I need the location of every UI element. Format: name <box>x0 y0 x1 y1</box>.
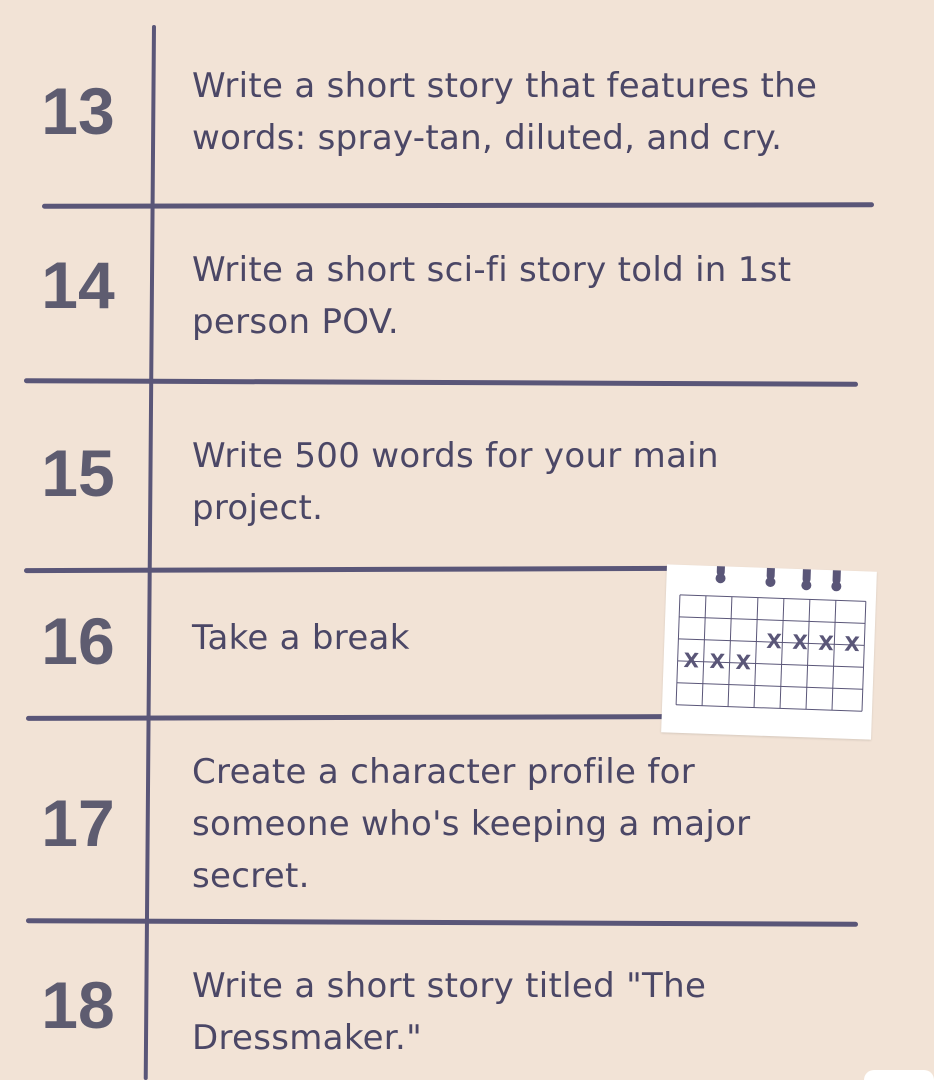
day-number: 17 <box>41 786 115 860</box>
prompt-text: Create a character profile for someone w… <box>192 752 751 896</box>
prompt-text: Write a short story titled "The Dressmak… <box>192 966 707 1058</box>
day-number: 18 <box>41 968 115 1042</box>
corner-decoration <box>864 1070 934 1080</box>
calendar-icon: X X X X X X X <box>661 564 877 740</box>
day-number: 16 <box>41 604 115 678</box>
calendar-x-mark: X <box>844 632 861 657</box>
calendar-x-mark: X <box>735 650 752 675</box>
prompt-list-page: 13 Write a short story that features the… <box>0 0 934 1080</box>
prompt-text: Take a break <box>192 618 410 658</box>
prompt-text: Write a short sci-fi story told in 1st p… <box>192 250 792 342</box>
calendar-x-mark: X <box>818 631 835 656</box>
prompt-text: Write a short story that features the wo… <box>192 66 818 158</box>
day-number: 13 <box>41 74 115 148</box>
calendar-x-mark: X <box>683 648 700 673</box>
row-divider <box>25 918 859 927</box>
calendar-x-mark: X <box>766 629 783 654</box>
prompt-text: Write 500 words for your main project. <box>192 436 719 528</box>
calendar-x-mark: X <box>709 649 726 674</box>
row-divider <box>41 202 875 209</box>
calendar-x-mark: X <box>792 630 809 655</box>
day-number: 14 <box>41 248 115 322</box>
row-divider <box>25 714 667 721</box>
day-number: 15 <box>41 436 115 510</box>
row-divider <box>23 565 675 574</box>
calendar-marks: X X X X X X X <box>683 629 861 675</box>
